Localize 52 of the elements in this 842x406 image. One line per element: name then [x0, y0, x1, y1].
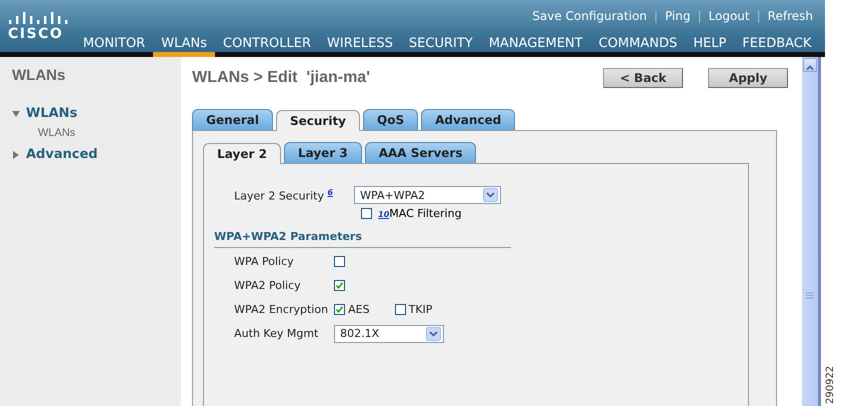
checkbox-label: 10MAC Filtering [378, 207, 462, 220]
header-link[interactable]: Refresh [768, 9, 813, 23]
sidebar-item[interactable]: WLANs [26, 106, 78, 121]
nav-tab[interactable]: SECURITY [400, 36, 481, 57]
triangle-right-icon[interactable] [12, 150, 20, 158]
header-link[interactable]: Ping [664, 9, 690, 23]
scroll-up-button[interactable] [803, 58, 818, 72]
field-label: Auth Key Mgmt [233, 327, 320, 340]
action-button[interactable]: < Back [603, 68, 684, 88]
tab[interactable]: AAA Servers [364, 142, 476, 163]
help-link[interactable]: 10 [378, 210, 390, 219]
tab[interactable]: Advanced [421, 109, 516, 130]
link-separator: | [756, 9, 761, 23]
checkbox[interactable] [394, 304, 406, 315]
sidebar-title: WLANs [12, 67, 66, 84]
option-label: TKIP [408, 303, 432, 316]
dropdown[interactable]: 802.1X [334, 324, 444, 342]
page-title: WLANs > Edit 'jian-ma' [192, 69, 372, 87]
header-link[interactable]: Logout [708, 9, 750, 23]
figure-number: 290922 [825, 366, 836, 404]
link-separator: | [697, 9, 702, 23]
checkbox[interactable] [361, 208, 372, 219]
tab[interactable]: QoS [363, 109, 418, 130]
header-link[interactable]: Save Configuration [532, 9, 647, 23]
logo-icon [8, 10, 70, 24]
link-separator: | [654, 9, 658, 23]
section-heading: WPA+WPA2 Parameters [214, 230, 363, 243]
help-link[interactable]: 6 [328, 188, 334, 197]
action-button[interactable]: Apply [708, 68, 788, 88]
tab[interactable]: Layer 2 [203, 143, 281, 164]
tab[interactable]: Layer 3 [284, 142, 362, 163]
checkbox[interactable] [334, 304, 346, 315]
field-label: WPA2 Encryption [233, 303, 330, 316]
field-label: WPA2 Policy [233, 279, 302, 292]
nav-tab[interactable]: MANAGEMENT [480, 36, 591, 57]
sidebar-item[interactable]: Advanced [26, 147, 98, 162]
checkbox[interactable] [334, 280, 346, 291]
nav-tab[interactable]: COMMANDS [590, 36, 686, 57]
checkbox[interactable] [334, 256, 346, 267]
grip-icon [806, 292, 814, 299]
field-label: Layer 2 Security $^{6}$ [233, 188, 334, 202]
field-label: WPA Policy [233, 255, 295, 268]
tab[interactable]: General [192, 109, 273, 130]
nav-tab[interactable]: HELP [685, 36, 734, 57]
nav-tab[interactable]: WIRELESS [319, 36, 401, 57]
triangle-down-icon[interactable] [12, 110, 20, 118]
sidebar-subitem[interactable]: WLANs [38, 127, 182, 139]
logo-wordmark: CISCO [8, 26, 64, 42]
dropdown[interactable]: WPA+WPA2 [354, 186, 502, 204]
tab[interactable]: Security [276, 110, 360, 131]
option-label: AES [348, 303, 370, 316]
nav-tab[interactable]: CONTROLLER [215, 36, 319, 57]
